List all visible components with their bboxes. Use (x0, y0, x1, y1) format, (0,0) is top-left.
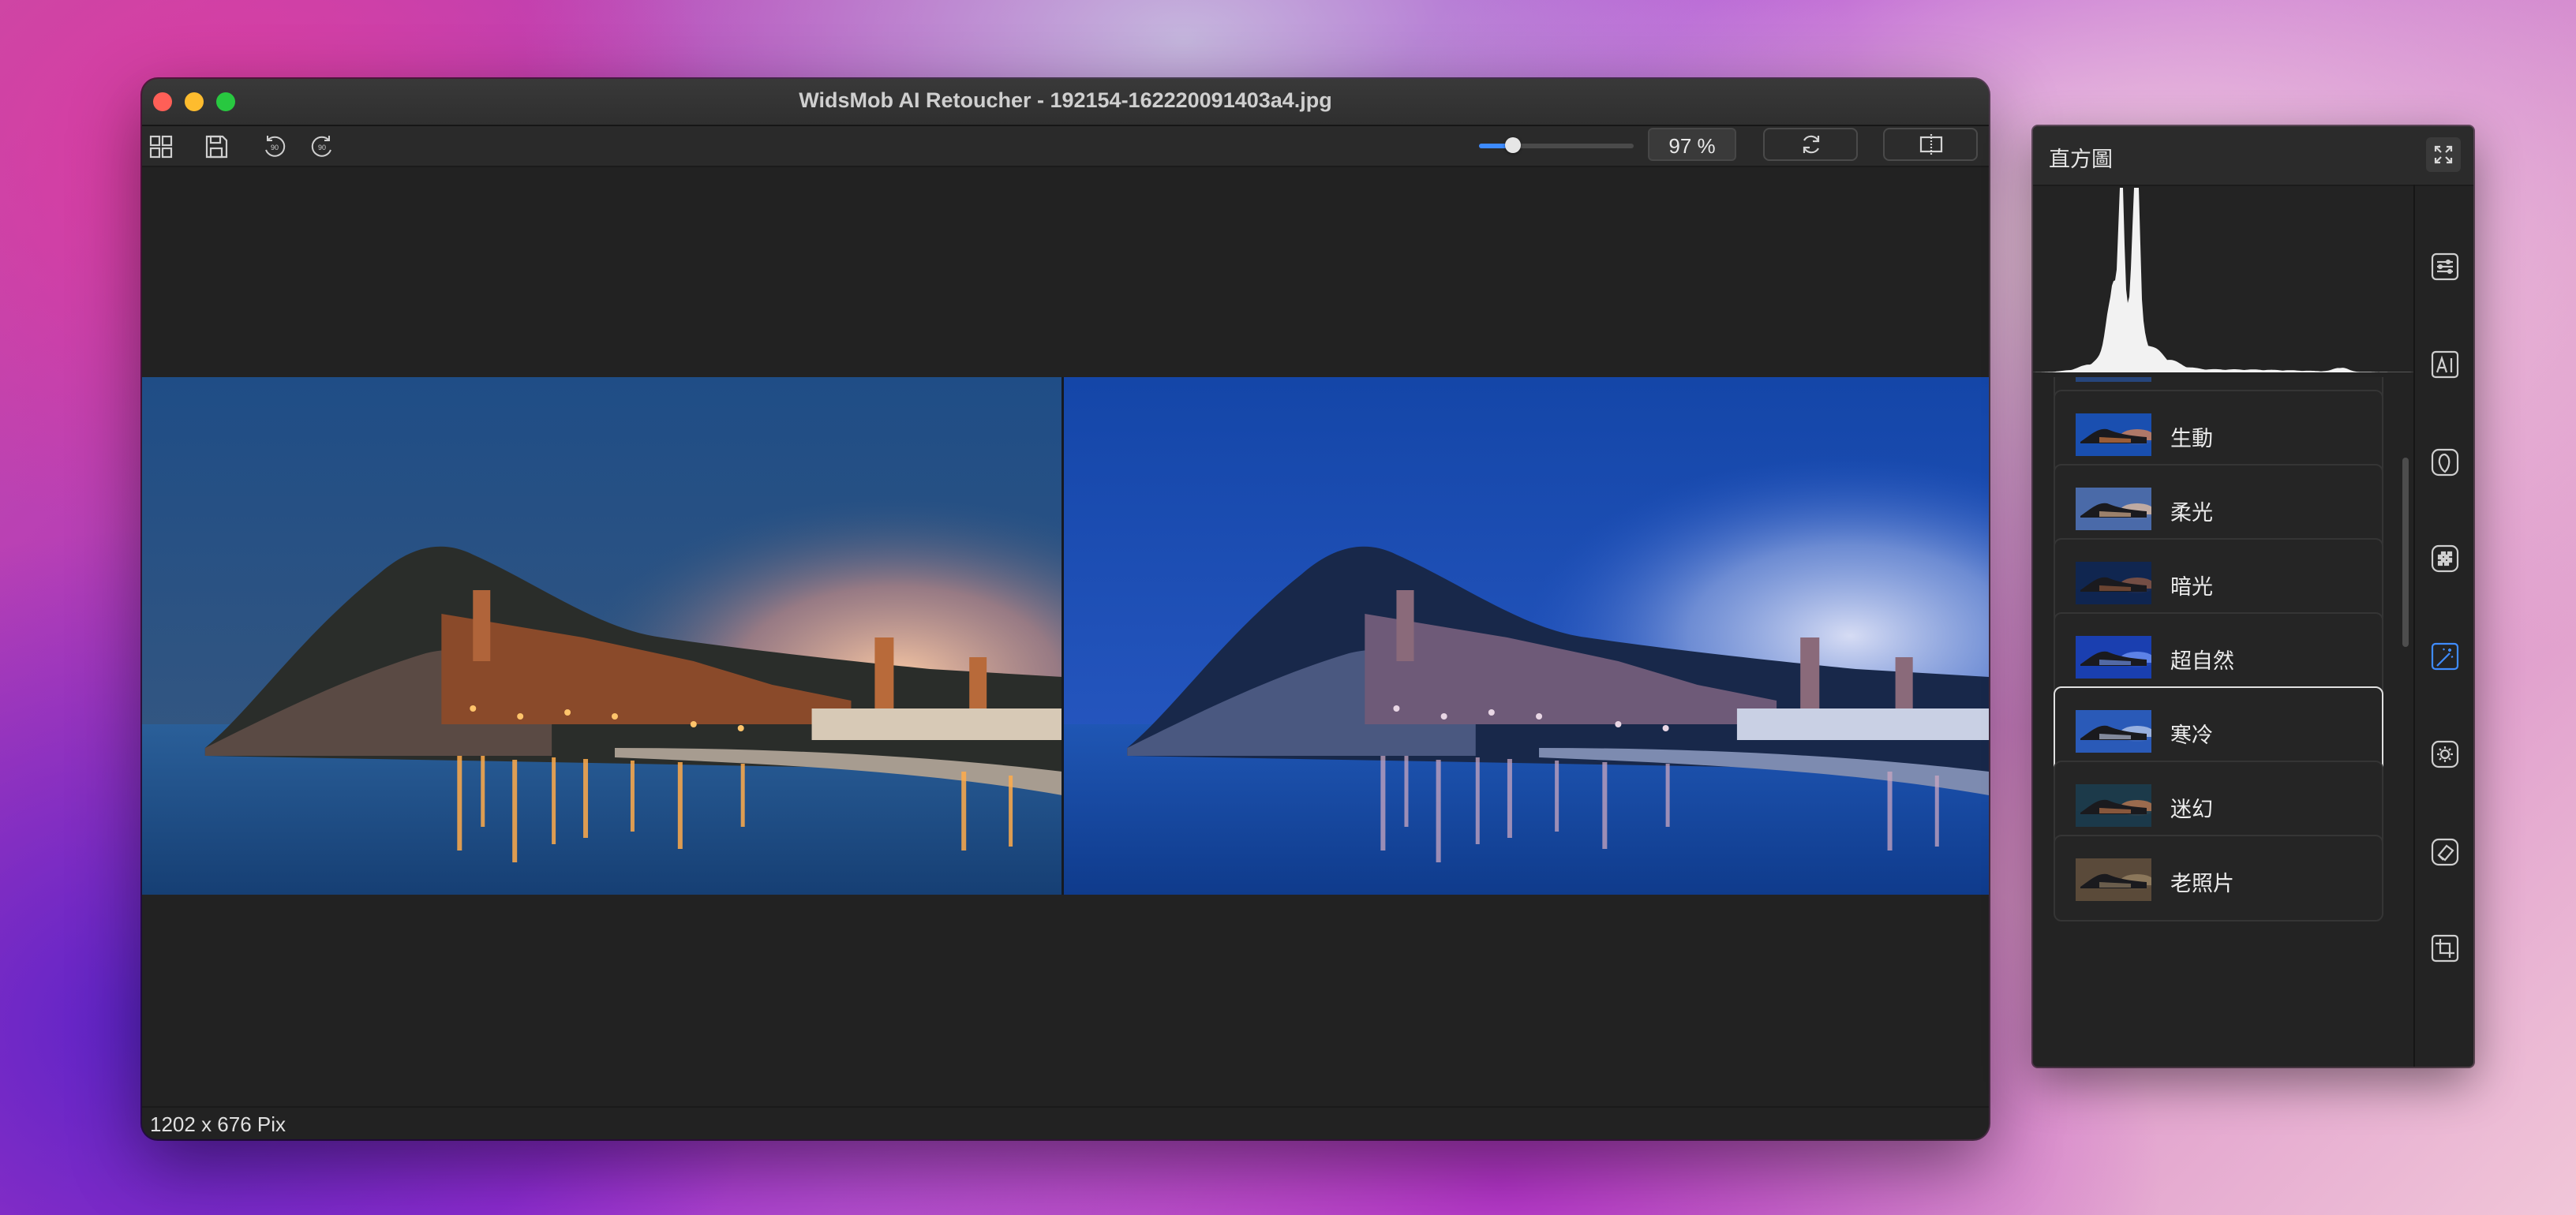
window-title: WidsMob AI Retoucher - 192154-1622200914… (799, 88, 1332, 112)
adjust-sliders-icon[interactable] (2421, 243, 2469, 290)
preset-thumbnail (2076, 488, 2151, 530)
zoom-slider-knob[interactable] (1505, 137, 1522, 153)
preset-label: 生動 (2170, 427, 2213, 450)
refresh-icon (1803, 135, 1820, 154)
zoom-value-field[interactable]: 97 % (1648, 128, 1736, 161)
preset-thumbnail (2076, 636, 2151, 679)
split-compare-button[interactable] (1883, 128, 1978, 161)
face-retouch-icon[interactable] (2421, 439, 2469, 486)
preset-thumbnail (2076, 710, 2151, 753)
rotate-left-90-icon[interactable]: 90 (260, 133, 289, 161)
split-compare-icon (1919, 134, 1943, 155)
preset-thumbnail (2076, 562, 2151, 604)
sidebar-divider (2413, 185, 2415, 1067)
processed-photo[interactable] (1064, 377, 1989, 895)
preset-label: 柔光 (2170, 501, 2213, 525)
panel-header: 直方圖 (2033, 126, 2473, 186)
ai-icon[interactable] (2421, 341, 2469, 388)
grid-view-icon[interactable] (147, 133, 175, 161)
preset-thumbnail (2076, 413, 2151, 456)
original-photo[interactable] (142, 377, 1062, 895)
preset-label: 暗光 (2170, 575, 2213, 599)
refresh-button[interactable] (1763, 128, 1858, 161)
rotate-right-label: 90 (318, 144, 326, 151)
rotate-right-90-icon[interactable]: 90 (308, 133, 336, 161)
noise-pattern-icon[interactable] (2421, 535, 2469, 582)
adjustment-panel: 直方圖 Lomo生動柔光暗光超自然寒冷迷幻老照片 (2033, 126, 2473, 1067)
magic-wand-icon[interactable] (2421, 633, 2469, 680)
main-window: WidsMob AI Retoucher - 192154-1622200914… (142, 79, 1989, 1139)
preset-label: 超自然 (2170, 649, 2234, 673)
settings-gear-icon[interactable] (2421, 731, 2469, 778)
status-bar: 1202 x 676 Pix (142, 1106, 1989, 1139)
expand-icon[interactable] (2426, 137, 2461, 172)
eraser-icon[interactable] (2421, 828, 2469, 876)
image-dimensions: 1202 x 676 Pix (150, 1112, 286, 1136)
histogram (2033, 186, 2413, 377)
preset-card[interactable]: 老照片 (2054, 835, 2383, 922)
preset-thumbnail (2076, 377, 2151, 382)
preset-thumbnail (2076, 858, 2151, 901)
crop-icon[interactable] (2421, 925, 2469, 972)
preset-list-scrollbar[interactable] (2402, 458, 2409, 647)
preset-label: 迷幻 (2170, 798, 2213, 821)
preset-label: 老照片 (2170, 872, 2234, 895)
zoom-slider[interactable] (1479, 137, 1634, 153)
preset-thumbnail (2076, 784, 2151, 827)
preset-list[interactable]: Lomo生動柔光暗光超自然寒冷迷幻老照片 (2033, 377, 2413, 1067)
preset-label: 寒冷 (2170, 723, 2213, 747)
rotate-left-label: 90 (271, 144, 279, 151)
save-icon[interactable] (202, 133, 230, 161)
title-bar[interactable]: WidsMob AI Retoucher - 192154-1622200914… (142, 79, 1989, 126)
panel-title: 直方圖 (2049, 148, 2113, 171)
image-canvas[interactable] (142, 167, 1989, 1108)
